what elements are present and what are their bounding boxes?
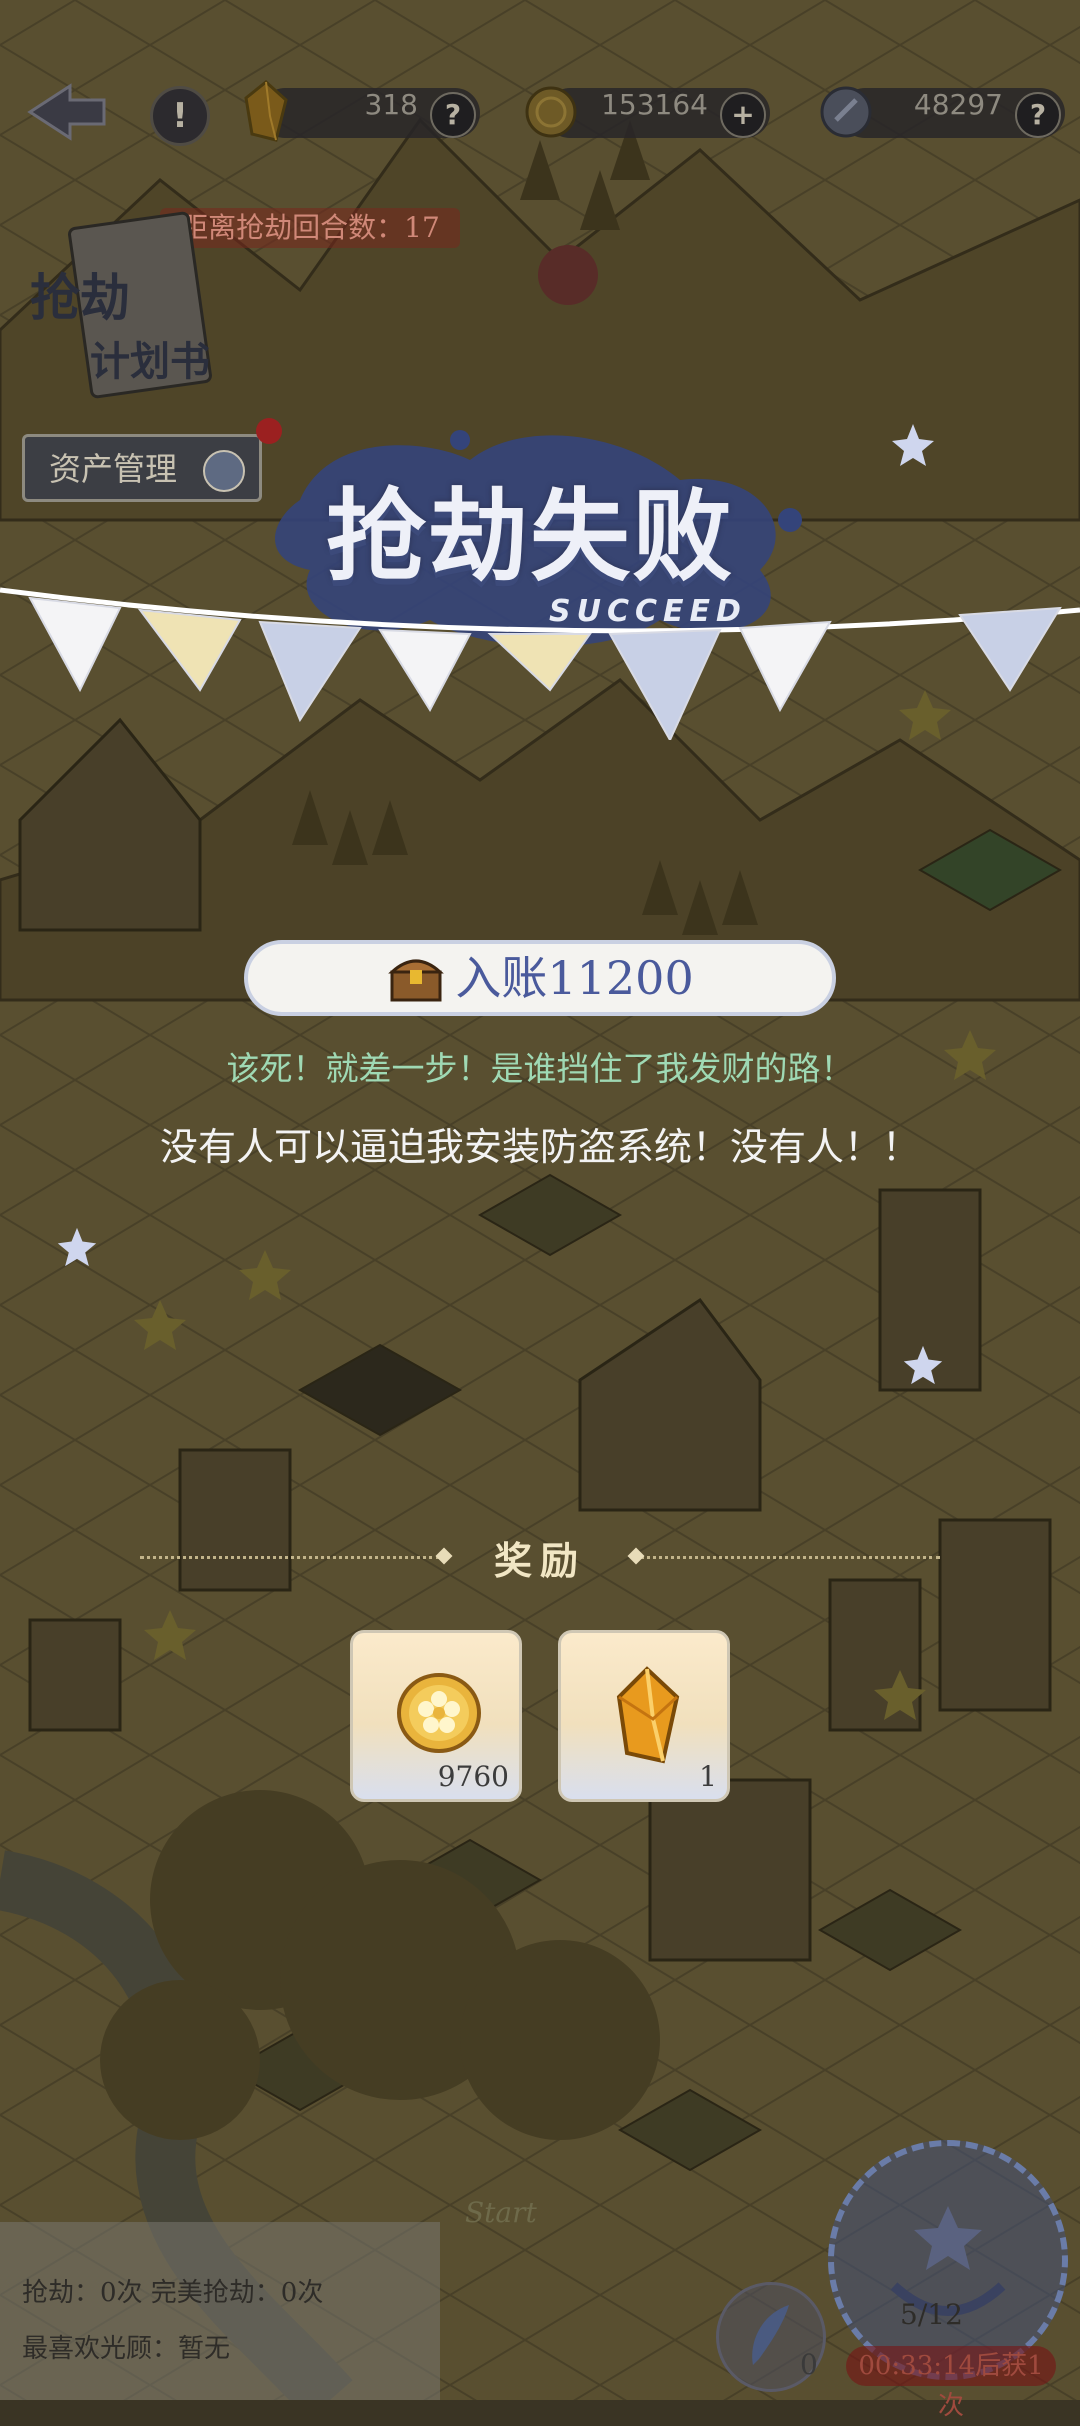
robber-quote-1: 该死！就差一步！是谁挡住了我发财的路！ (226, 1049, 854, 1088)
back-arrow-icon[interactable] (20, 80, 110, 144)
income-text: 入账11200 (455, 951, 694, 1005)
robbery-action-button[interactable] (828, 2140, 1068, 2380)
result-subtitle: SUCCEED (549, 594, 747, 629)
plan-book-line1: 抢劫 (30, 269, 130, 327)
plan-book-line2: 计划书 (90, 339, 210, 385)
favorite-visit: 最喜欢光顾：暂无 (22, 2334, 231, 2364)
star-hand-icon (890, 2206, 1006, 2316)
reward-item-coin[interactable]: 9760 (350, 1630, 522, 1802)
plus-icon[interactable]: + (720, 92, 766, 138)
coin-counter: 153164 + (525, 86, 770, 138)
plan-book-button[interactable]: 抢劫 计划书 (20, 210, 230, 410)
robbery-count: 抢劫：0次 完美抢劫：0次 (22, 2278, 324, 2308)
question-mark-icon[interactable]: ? (1015, 92, 1061, 138)
info-button[interactable]: ! (150, 86, 210, 146)
income-pill: 入账11200 (244, 940, 836, 1016)
amber-gem-icon (616, 1666, 680, 1764)
gold-coin-icon (525, 86, 577, 138)
reward-title: 奖励 (493, 1539, 586, 1583)
silver-count: 48297 (913, 88, 1003, 121)
recharge-timer: 00:33:14后获1次 (846, 2346, 1056, 2421)
coin-count: 153164 (601, 88, 708, 121)
start-tile-label: Start (465, 2196, 537, 2229)
resource-bar: ! 318 ? 153164 + 48297 ? (0, 80, 1080, 146)
robbery-stats-panel: 抢劫：0次 完美抢劫：0次 最喜欢光顾：暂无 (0, 2222, 440, 2400)
feather-count: 0 (800, 2348, 818, 2381)
silver-counter: 48297 ? (820, 86, 1065, 138)
gem-counter: 318 ? (244, 80, 480, 142)
reward-qty: 9760 (437, 1760, 509, 1793)
gold-coin-icon (397, 1673, 481, 1753)
reward-item-gem[interactable]: 1 (558, 1630, 730, 1802)
treasure-chest-icon (388, 959, 445, 1002)
amber-gem-icon (244, 80, 288, 142)
sparkle-icon (903, 1345, 943, 1385)
robbery-progress: 5/12 (900, 2298, 963, 2331)
sparkle-icon (57, 1227, 97, 1267)
question-mark-icon[interactable]: ? (430, 92, 476, 138)
result-title: 抢劫失败 (326, 478, 734, 595)
silver-token-icon (820, 86, 872, 138)
gem-count: 318 (364, 88, 418, 121)
reward-qty: 1 (699, 1760, 717, 1793)
sparkle-icon (892, 424, 934, 466)
robber-quote-2: 没有人可以逼迫我安装防盗系统！没有人！！ (159, 1125, 920, 1169)
